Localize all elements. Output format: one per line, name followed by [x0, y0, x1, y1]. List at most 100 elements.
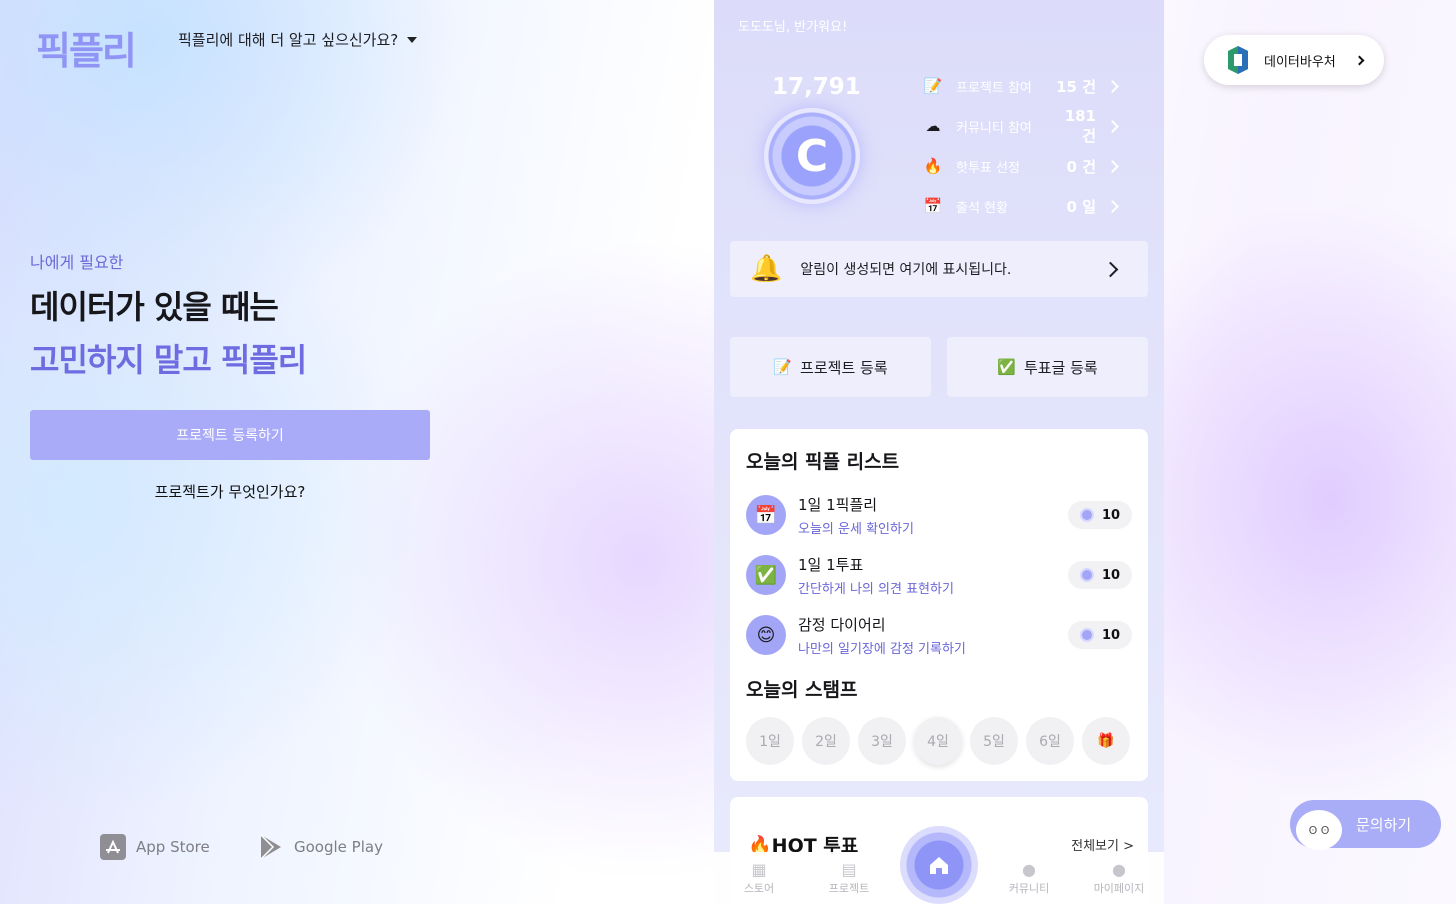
chat-icon: ●: [1022, 860, 1036, 879]
tab-community-label: 커뮤니티: [1008, 882, 1050, 895]
inquiry-button[interactable]: ʘ ʘ 문의하기: [1290, 800, 1441, 850]
tab-mypage-label: 마이페이지: [1093, 882, 1145, 895]
stat-community[interactable]: ☁ 커뮤니티 참여 181 건: [922, 106, 1122, 146]
memo-icon: 📝: [923, 77, 943, 95]
stat-label: 출석 현황: [956, 200, 1008, 216]
tab-store-label: 스토어: [743, 882, 775, 895]
clipboard-icon: ▤: [841, 860, 857, 879]
vote-icon: ✅: [997, 358, 1016, 376]
task-daily-pickply[interactable]: 📅 1일 1픽플리 오늘의 운세 확인하기 10: [746, 493, 1132, 537]
tab-mypage[interactable]: ● 마이페이지: [1084, 860, 1154, 896]
task-desc: 간단하게 나의 의견 표현하기: [798, 581, 954, 597]
store-icon: ▦: [751, 860, 767, 879]
stat-project[interactable]: 📝 프로젝트 참여 15 건: [922, 66, 1122, 106]
about-label: 픽플리에 대해 더 알고 싶으신가요?: [178, 31, 399, 49]
data-voucher-logo-icon: [1228, 46, 1248, 74]
chevron-right-icon: [1102, 261, 1119, 277]
stats-list: 📝 프로젝트 참여 15 건 ☁ 커뮤니티 참여 181 건 🔥 핫투표 선정 …: [922, 66, 1122, 226]
hero-headline-accent: 고민하지 말고 픽플리: [30, 341, 307, 379]
reward-pill: 10: [1068, 501, 1132, 529]
stat-value: 15 건: [1056, 77, 1096, 96]
chevron-right-icon: [1354, 55, 1365, 65]
coin-letter: C: [795, 130, 829, 182]
cloud-icon: ☁: [925, 117, 941, 135]
google-play-label: Google Play: [294, 838, 383, 856]
task-name: 1일 1투표: [798, 555, 864, 574]
fire-icon: 🔥: [923, 157, 943, 175]
notification-banner[interactable]: 🔔 알림이 생성되면 여기에 표시됩니다.: [730, 241, 1148, 297]
hero-subtitle: 나에게 필요한: [30, 253, 124, 272]
stat-attendance[interactable]: 📅 출석 현황 0 일: [922, 186, 1122, 226]
vote-icon: ✅: [746, 555, 786, 595]
data-voucher-label: 데이터바우처: [1264, 54, 1336, 70]
what-is-project-link[interactable]: 프로젝트가 무엇인가요?: [30, 481, 430, 502]
app-store-link[interactable]: App Store: [100, 834, 210, 860]
task-desc: 오늘의 운세 확인하기: [798, 521, 914, 537]
today-list-card: 오늘의 픽플 리스트 📅 1일 1픽플리 오늘의 운세 확인하기 10 ✅ 1일…: [730, 429, 1148, 781]
stamp-title: 오늘의 스탬프: [746, 679, 858, 701]
task-daily-vote[interactable]: ✅ 1일 1투표 간단하게 나의 의견 표현하기 10: [746, 553, 1132, 597]
register-project-button[interactable]: 프로젝트 등록하기: [30, 410, 430, 460]
stat-value: 0 일: [1066, 197, 1096, 216]
inquiry-label: 문의하기: [1356, 815, 1412, 834]
caret-down-icon: [407, 36, 418, 43]
stamp-day: 5일: [970, 717, 1018, 765]
reward-value: 10: [1101, 507, 1121, 523]
hero-headline: 데이터가 있을 때는: [30, 288, 279, 326]
greeting: 도도도님, 반가워요!: [738, 20, 848, 35]
cat-mascot-icon: ʘ ʘ: [1296, 810, 1342, 850]
gift-icon[interactable]: 🎁: [1082, 717, 1130, 765]
data-voucher-button[interactable]: 데이터바우처: [1204, 35, 1384, 85]
stat-value: 181 건: [1064, 106, 1096, 145]
reward-value: 10: [1101, 627, 1121, 643]
app-store-label: App Store: [136, 838, 210, 856]
home-button[interactable]: [900, 826, 978, 904]
stamp-day: 4일: [914, 717, 962, 765]
project-register-button[interactable]: 📝 프로젝트 등록: [730, 337, 931, 397]
chevron-right-icon: [1106, 199, 1119, 213]
stat-label: 커뮤니티 참여: [956, 120, 1032, 136]
tab-project-label: 프로젝트: [828, 882, 870, 895]
notification-text: 알림이 생성되면 여기에 표시됩니다.: [800, 262, 1012, 278]
smile-icon: 😊: [746, 615, 786, 655]
reward-pill: 10: [1068, 561, 1132, 589]
stat-label: 핫투표 선정: [956, 160, 1020, 176]
task-name: 1일 1픽플리: [798, 495, 878, 514]
stamp-day: 6일: [1026, 717, 1074, 765]
tab-project[interactable]: ▤ 프로젝트: [814, 860, 884, 896]
tab-store[interactable]: ▦ 스토어: [724, 860, 794, 896]
stat-value: 0 건: [1066, 157, 1096, 176]
google-play-link[interactable]: Google Play: [258, 834, 383, 860]
calendar-icon: 📅: [923, 197, 943, 215]
stat-hot-vote[interactable]: 🔥 핫투표 선정 0 건: [922, 146, 1122, 186]
about-dropdown[interactable]: 픽플리에 대해 더 알고 싶으신가요?: [178, 29, 418, 50]
reward-pill: 10: [1068, 621, 1132, 649]
memo-icon: 📝: [773, 358, 793, 376]
home-icon: [930, 857, 948, 874]
calendar-icon: 📅: [746, 495, 786, 535]
bell-icon: 🔔: [750, 254, 783, 284]
stamp-day: 2일: [802, 717, 850, 765]
points-value: 17,791: [772, 74, 861, 100]
pickply-logo[interactable]: 픽플리: [36, 20, 137, 75]
reward-value: 10: [1101, 567, 1121, 583]
stamp-row: 1일 2일 3일 4일 5일 6일 🎁: [746, 717, 1130, 765]
task-desc: 나만의 일기장에 감정 기록하기: [798, 641, 966, 657]
chevron-right-icon: [1106, 119, 1119, 133]
task-name: 감정 다이어리: [798, 615, 886, 634]
tab-community[interactable]: ● 커뮤니티: [994, 860, 1064, 896]
vote-register-label: 투표글 등록: [1023, 358, 1098, 377]
vote-register-button[interactable]: ✅ 투표글 등록: [947, 337, 1148, 397]
google-play-icon: [258, 834, 284, 860]
today-list-title: 오늘의 픽플 리스트: [746, 451, 900, 473]
coin-icon: [1079, 628, 1094, 642]
coin-icon: [1079, 508, 1094, 522]
chevron-right-icon: [1106, 79, 1119, 93]
user-icon: ●: [1112, 860, 1126, 879]
mobile-app-frame: 도도도님, 반가워요! 17,791 C 📝 프로젝트 참여 15 건 ☁ 커뮤…: [714, 0, 1164, 904]
stat-label: 프로젝트 참여: [956, 80, 1032, 96]
stamp-day: 3일: [858, 717, 906, 765]
chevron-right-icon: [1106, 159, 1119, 173]
task-emotion-diary[interactable]: 😊 감정 다이어리 나만의 일기장에 감정 기록하기 10: [746, 613, 1132, 657]
coin-icon: C: [764, 108, 860, 204]
